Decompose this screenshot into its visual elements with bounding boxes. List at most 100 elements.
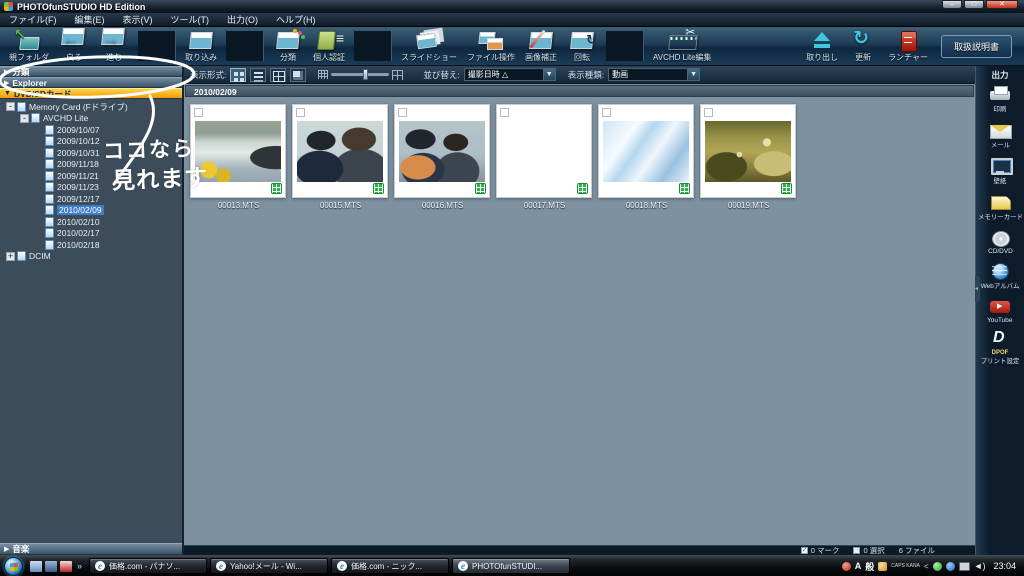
toolbar-button[interactable] (354, 31, 392, 61)
menu-item[interactable]: 編集(E) (66, 13, 114, 27)
mark-checkbox[interactable] (704, 108, 713, 117)
tree-item[interactable]: - Memory Card (Fドライブ) (0, 101, 182, 113)
thumbnail-card[interactable] (190, 104, 286, 198)
manual-button[interactable]: 取扱説明書 (940, 34, 1012, 58)
tray-app-icon[interactable] (841, 561, 851, 571)
tree-item[interactable]: - AVCHD Lite (0, 113, 182, 125)
toolbar-button[interactable]: 取り込み (180, 27, 222, 65)
output-item[interactable]: Webアルバム (976, 262, 1024, 291)
quick-launch-more-icon[interactable]: » (77, 561, 82, 571)
quick-launch-icon[interactable] (45, 560, 57, 572)
output-item[interactable]: 印刷 (976, 85, 1024, 114)
tree-item[interactable]: 2009/11/21 (0, 170, 182, 182)
toolbar-button[interactable] (226, 31, 264, 61)
tree-item[interactable]: 2009/11/18 (0, 159, 182, 171)
sidebar-section-music[interactable]: ▶ 音楽 (0, 543, 182, 555)
menu-item[interactable]: 出力(O) (218, 13, 267, 27)
output-item[interactable]: CD/DVD (976, 229, 1024, 255)
volume-icon[interactable]: ◄) (974, 561, 986, 571)
calendar-view-button[interactable] (270, 67, 287, 82)
mark-checkbox[interactable] (602, 108, 611, 117)
video-thumbnail-item[interactable]: 00018.MTS (598, 104, 695, 210)
video-thumbnail-item[interactable]: 00017.MTS (496, 104, 593, 210)
thumbnail-card[interactable] (700, 104, 796, 198)
chevron-down-icon[interactable]: ▼ (542, 69, 555, 80)
sidebar-section-header[interactable]: ▶ 分類 (0, 66, 182, 77)
menu-item[interactable]: ツール(T) (162, 13, 219, 27)
toolbar-button[interactable]: 戻る (54, 27, 94, 65)
sidebar-section-header[interactable]: ▶ Explorer (0, 77, 182, 88)
toolbar-button[interactable]: 取り出し (801, 27, 843, 65)
output-item[interactable]: メール (976, 121, 1024, 150)
thumbnail-card[interactable] (394, 104, 490, 198)
toolbar-button[interactable]: 親フォルダ (4, 26, 54, 65)
expand-toggle-icon[interactable]: - (6, 102, 15, 112)
minimize-button[interactable]: – (942, 0, 962, 9)
taskbar-window-button[interactable]: e 価格.com - ニック... (331, 558, 450, 574)
slider-track[interactable] (331, 69, 390, 80)
toolbar-button[interactable]: 画像補正 (520, 27, 562, 65)
expand-toggle-icon[interactable]: - (20, 113, 29, 123)
panel-collapse-handle[interactable]: ◂ (975, 276, 980, 302)
tree-item[interactable]: 2010/02/10 (0, 216, 182, 228)
menu-item[interactable]: 表示(V) (114, 13, 162, 27)
video-thumbnail-item[interactable]: 00015.MTS (292, 104, 389, 210)
thumbnail-view-button[interactable] (230, 67, 247, 82)
toolbar-button[interactable]: ランチャー (883, 27, 933, 65)
tree-item[interactable]: 2009/11/23 (0, 182, 182, 194)
toolbar-button[interactable] (606, 31, 644, 61)
tray-network-icon[interactable] (945, 561, 955, 571)
video-thumbnail-item[interactable]: 00019.MTS (700, 104, 797, 210)
tree-item[interactable]: + DCIM (0, 251, 182, 263)
close-button[interactable]: ✕ (986, 0, 1018, 9)
tree-item[interactable]: 2009/10/12 (0, 136, 182, 148)
output-item[interactable]: YouTube (976, 298, 1024, 324)
expand-toggle-icon[interactable]: + (6, 251, 15, 261)
mark-checkbox[interactable] (194, 108, 203, 117)
mark-checkbox[interactable] (398, 108, 407, 117)
output-item[interactable]: DPOF プリント設定 (976, 329, 1024, 366)
list-view-button[interactable] (250, 67, 267, 82)
thumbnail-card[interactable] (292, 104, 388, 198)
start-button[interactable] (4, 556, 23, 576)
video-thumbnail-item[interactable]: 00016.MTS (394, 104, 491, 210)
mark-checkbox[interactable] (500, 108, 509, 117)
slider-handle[interactable] (363, 69, 369, 80)
toolbar-button[interactable]: 更新 (843, 27, 883, 65)
toolbar-button[interactable]: 分類 (268, 27, 308, 65)
tray-tools-icon[interactable] (878, 561, 888, 571)
toolbar-button[interactable]: AVCHD Lite編集 (648, 25, 717, 65)
taskbar-window-button[interactable]: e PHOTOfunSTUDI... (452, 558, 571, 574)
sort-dropdown[interactable]: 撮影日時 △ ▼ (463, 68, 556, 81)
ime-mode-icon[interactable]: A (855, 561, 862, 571)
output-item[interactable]: 壁紙 (976, 157, 1024, 186)
tree-item[interactable]: 2009/12/17 (0, 193, 182, 205)
maximize-button[interactable]: □ (964, 0, 984, 9)
tray-display-icon[interactable] (958, 561, 970, 571)
toolbar-button[interactable]: 個人認証 (308, 27, 350, 65)
taskbar-clock[interactable]: 23:04 (993, 561, 1016, 571)
tree-item[interactable]: 2010/02/18 (0, 239, 182, 251)
type-dropdown[interactable]: 動画 ▼ (608, 68, 701, 81)
tree-item[interactable]: 2010/02/09 (0, 205, 182, 217)
toolbar-button[interactable] (138, 31, 176, 61)
tree-item[interactable]: 2009/10/31 (0, 147, 182, 159)
date-group-header[interactable]: 2010/02/09 (185, 85, 974, 97)
menu-item[interactable]: ファイル(F) (0, 13, 66, 27)
mark-checkbox[interactable] (296, 108, 305, 117)
ime-kanji-icon[interactable]: 般 (865, 560, 874, 573)
toolbar-button[interactable]: 回転 (562, 27, 602, 65)
quick-launch-icon[interactable] (30, 560, 42, 572)
chevron-down-icon[interactable]: ▼ (687, 69, 700, 80)
toolbar-button[interactable]: ファイル操作 (462, 27, 520, 65)
sidebar-section-header[interactable]: ▼ DVD/SDカード (0, 88, 182, 99)
toolbar-button[interactable]: 進む (94, 27, 134, 65)
output-item[interactable]: メモリーカード (976, 193, 1024, 222)
toolbar-button[interactable]: スライドショー (396, 27, 462, 65)
thumbnail-card[interactable] (496, 104, 592, 198)
taskbar-window-button[interactable]: e 価格.com - パナソ... (89, 558, 208, 574)
menu-item[interactable]: ヘルプ(H) (267, 13, 325, 27)
tray-chevron-icon[interactable]: < (924, 562, 929, 571)
taskbar-window-button[interactable]: e Yahoo!メール - Wi... (210, 558, 329, 574)
tray-status-icon[interactable] (932, 561, 942, 571)
